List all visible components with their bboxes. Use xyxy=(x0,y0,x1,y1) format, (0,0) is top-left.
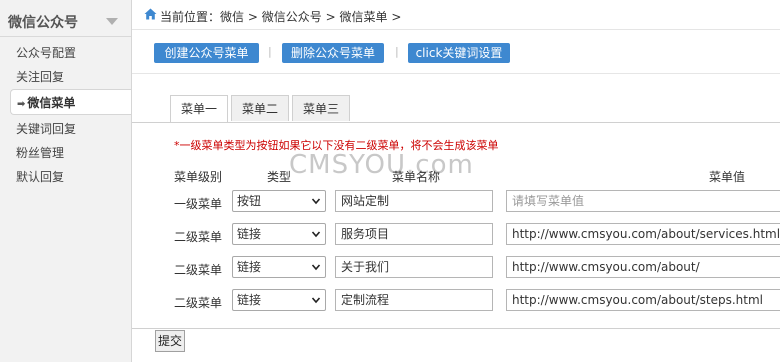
menu-type-select[interactable]: 链接 xyxy=(232,223,326,245)
watermark: CMSYOU.com xyxy=(289,150,474,180)
row-level: 一级菜单 xyxy=(174,197,223,211)
chevron-down-icon xyxy=(311,231,321,238)
column-header-name: 菜单名称 xyxy=(392,170,441,184)
create-menu-button[interactable]: 创建公众号菜单 xyxy=(154,43,259,63)
breadcrumb-separator: > xyxy=(247,10,258,24)
breadcrumb-text: 当前位置：微信 > 微信公众号 > 微信菜单 > xyxy=(160,8,401,25)
chevron-down-icon xyxy=(311,297,321,304)
sidebar-item-default-reply[interactable]: 默认回复 xyxy=(0,166,131,188)
tab-menu-2[interactable]: 菜单二 xyxy=(231,95,289,121)
sidebar-item-label: 默认回复 xyxy=(16,170,65,184)
arrow-right-icon: ➡ xyxy=(17,99,26,110)
main-content: 当前位置：微信 > 微信公众号 > 微信菜单 > 创建公众号菜单 | 删除公众号… xyxy=(132,0,780,362)
sidebar-item-wechat-menu[interactable]: ➡ 微信菜单 xyxy=(10,89,131,115)
menu-type-value: 链接 xyxy=(237,293,262,307)
tab-menu-3[interactable]: 菜单三 xyxy=(292,95,350,121)
menu-name-input[interactable]: 服务项目 xyxy=(335,223,493,245)
column-header-type: 类型 xyxy=(267,170,292,184)
sidebar-item-label: 粉丝管理 xyxy=(16,146,65,160)
breadcrumb-prefix: 当前位置： xyxy=(160,10,221,24)
breadcrumb-item[interactable]: 微信 xyxy=(220,10,244,24)
breadcrumb-item[interactable]: 微信菜单 xyxy=(339,10,387,24)
sidebar-item-follow-reply[interactable]: 关注回复 xyxy=(0,66,131,88)
chevron-down-icon[interactable] xyxy=(106,18,118,25)
menu-type-select[interactable]: 链接 xyxy=(232,256,326,278)
sidebar-item-account-config[interactable]: 公众号配置 xyxy=(0,42,131,64)
menu-type-select[interactable]: 链接 xyxy=(232,289,326,311)
click-keyword-settings-button[interactable]: click关键词设置 xyxy=(408,43,510,63)
toolbar-separator: | xyxy=(395,45,399,58)
toolbar-separator: | xyxy=(268,45,272,58)
sidebar-title: 微信公众号 xyxy=(8,15,78,31)
breadcrumb-separator: > xyxy=(391,10,402,24)
menu-panel: 菜单一 菜单二 菜单三 *一级菜单类型为按钮如果它以下没有二级菜单，将不会生成该… xyxy=(132,95,780,329)
home-icon[interactable] xyxy=(144,8,157,20)
row-level: 二级菜单 xyxy=(174,296,223,310)
menu-name-input[interactable]: 关于我们 xyxy=(335,256,493,278)
sidebar-item-label: 公众号配置 xyxy=(16,46,77,60)
menu-value-input[interactable]: http://www.cmsyou.com/about/ xyxy=(506,256,780,278)
chevron-down-icon xyxy=(311,198,321,205)
sidebar-item-fans[interactable]: 粉丝管理 xyxy=(0,142,131,164)
breadcrumb: 当前位置：微信 > 微信公众号 > 微信菜单 > xyxy=(132,0,780,30)
menu-name-input[interactable]: 定制流程 xyxy=(335,289,493,311)
sidebar-item-label: 微信菜单 xyxy=(27,96,76,110)
sidebar-item-label: 关注回复 xyxy=(16,70,65,84)
sidebar: 微信公众号 公众号配置 关注回复 ➡ 微信菜单 关键词回复 粉丝管理 默认回复 xyxy=(0,0,132,362)
sidebar-header[interactable]: 微信公众号 xyxy=(0,0,131,37)
menu-value-input[interactable]: http://www.cmsyou.com/about/steps.html xyxy=(506,289,780,311)
menu-type-value: 链接 xyxy=(237,260,262,274)
submit-button[interactable]: 提交 xyxy=(155,330,185,352)
breadcrumb-separator: > xyxy=(325,10,336,24)
column-header-value: 菜单值 xyxy=(709,170,746,184)
chevron-down-icon xyxy=(311,264,321,271)
toolbar: 创建公众号菜单 | 删除公众号菜单 | click关键词设置 xyxy=(132,29,780,74)
menu-value-input[interactable]: http://www.cmsyou.com/about/services.htm… xyxy=(506,223,780,245)
menu-type-value: 按钮 xyxy=(237,194,262,208)
menu-type-value: 链接 xyxy=(237,227,262,241)
delete-menu-button[interactable]: 删除公众号菜单 xyxy=(282,43,384,63)
row-level: 二级菜单 xyxy=(174,230,223,244)
column-header-level: 菜单级别 xyxy=(174,170,223,184)
menu-type-select[interactable]: 按钮 xyxy=(232,190,326,212)
tab-menu-1[interactable]: 菜单一 xyxy=(170,95,228,123)
menu-name-input[interactable]: 网站定制 xyxy=(335,190,493,212)
sidebar-item-keyword-reply[interactable]: 关键词回复 xyxy=(0,118,131,140)
menu-value-input[interactable]: 请填写菜单值 xyxy=(506,190,780,212)
sidebar-item-label: 关键词回复 xyxy=(16,122,77,136)
breadcrumb-item[interactable]: 微信公众号 xyxy=(262,10,322,24)
row-level: 二级菜单 xyxy=(174,263,223,277)
tab-content: *一级菜单类型为按钮如果它以下没有二级菜单，将不会生成该菜单 CMSYOU.co… xyxy=(132,122,780,329)
